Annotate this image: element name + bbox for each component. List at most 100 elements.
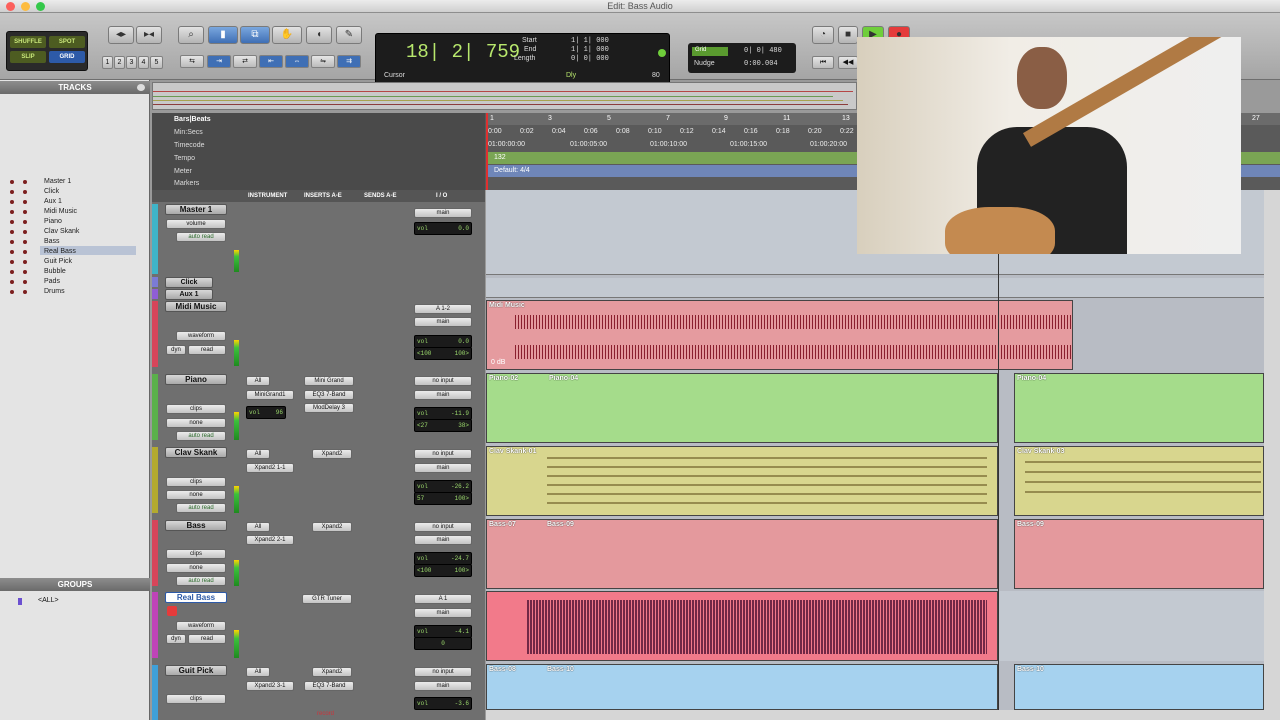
ruler-meter[interactable]: Meter bbox=[174, 168, 192, 175]
bass-view-selector[interactable]: clips bbox=[166, 549, 226, 559]
slip-mode-button[interactable]: SLIP bbox=[10, 51, 46, 63]
zoom-out-horizontal-icon[interactable]: ◂▸ bbox=[108, 26, 134, 44]
grid-mode-button[interactable]: GRID bbox=[49, 51, 85, 63]
bass-instrument[interactable]: Xpand2 2-1 bbox=[246, 535, 294, 545]
real-bass-view-selector[interactable]: waveform bbox=[176, 621, 226, 631]
zoom-preset-4[interactable]: 4 bbox=[138, 56, 149, 69]
real-bass-dyn-button[interactable]: dyn bbox=[166, 634, 186, 644]
spot-mode-button[interactable]: SPOT bbox=[49, 36, 85, 48]
piano-instrument-group[interactable]: All bbox=[246, 376, 270, 386]
ruler-markers[interactable]: Markers bbox=[174, 180, 199, 187]
midi-music-view-selector[interactable]: waveform bbox=[176, 331, 226, 341]
piano-insert-2[interactable]: EQ3 7-Band bbox=[304, 390, 354, 400]
real-bass-pan[interactable]: 0 bbox=[414, 637, 472, 650]
clav-insert-1[interactable]: Xpand2 bbox=[312, 449, 352, 459]
piano-clip[interactable]: Piano-02 Piano-04 bbox=[486, 373, 998, 443]
piano-output[interactable]: main bbox=[414, 390, 472, 400]
meter-marker[interactable]: Default: 4/4 bbox=[494, 167, 530, 174]
grid-label[interactable]: Grid bbox=[692, 47, 728, 56]
shuffle-mode-button[interactable]: SHUFFLE bbox=[10, 36, 46, 48]
midi-music-input[interactable]: A 1-2 bbox=[414, 304, 472, 314]
clav-pan[interactable]: 57 100> bbox=[414, 492, 472, 505]
track-list-item[interactable]: Clav Skank bbox=[44, 228, 79, 235]
clip-gain[interactable]: 0 dB bbox=[491, 359, 505, 366]
return-to-zero-icon[interactable]: ⏮ bbox=[812, 56, 834, 69]
track-list-item[interactable]: Bass bbox=[44, 238, 60, 245]
mirror-midi-icon[interactable]: ⇔ bbox=[285, 55, 309, 68]
stop-icon[interactable]: ■ bbox=[838, 26, 858, 44]
bass-pan[interactable]: <100 100> bbox=[414, 564, 472, 577]
tracks-panel-menu-icon[interactable] bbox=[137, 84, 145, 91]
track-list-item[interactable]: Midi Music bbox=[44, 208, 77, 215]
guit-instrument-group[interactable]: All bbox=[246, 667, 270, 677]
guit-pick-clip[interactable]: Bass-08 Bass-10 bbox=[486, 664, 998, 710]
piano-insert-3[interactable]: ModDelay 3 bbox=[304, 403, 354, 413]
master-automation-mode[interactable]: auto read bbox=[176, 232, 226, 242]
aux-track-name[interactable]: Aux 1 bbox=[165, 289, 213, 300]
guit-insert-2[interactable]: EQ3 7-Band bbox=[304, 681, 354, 691]
ruler-tempo[interactable]: Tempo bbox=[174, 155, 195, 162]
midi-music-clip[interactable]: Midi Music 0 dB bbox=[486, 300, 1073, 370]
midi-music-automation-mode[interactable]: read bbox=[188, 345, 226, 355]
real-bass-clip[interactable] bbox=[486, 591, 998, 661]
guit-instrument[interactable]: Xpand2 3-1 bbox=[246, 681, 294, 691]
tempo-value[interactable]: 80 bbox=[652, 72, 660, 79]
clav-skank-clip[interactable]: Clav Skank-03 bbox=[1014, 446, 1264, 516]
master-track-name[interactable]: Master 1 bbox=[165, 204, 227, 215]
piano-insert-1[interactable]: Mini Grand bbox=[304, 376, 354, 386]
end-value[interactable]: 1| 1| 000 bbox=[571, 46, 609, 54]
real-bass-record-enable-icon[interactable] bbox=[167, 606, 177, 616]
bass-clip[interactable]: Bass-07 Bass-09 bbox=[486, 519, 998, 589]
trim-tool-icon[interactable]: ▮ bbox=[208, 26, 238, 44]
group-item[interactable]: <ALL> bbox=[38, 597, 59, 604]
keyboard-focus-icon[interactable]: ⇋ bbox=[311, 55, 335, 68]
master-output[interactable]: main bbox=[414, 208, 472, 218]
tab-to-transient-icon[interactable]: ⇆ bbox=[180, 55, 204, 68]
track-list-item[interactable]: Pads bbox=[44, 278, 60, 285]
insertion-follows-icon[interactable]: ⇤ bbox=[259, 55, 283, 68]
track-list-item[interactable]: Drums bbox=[44, 288, 65, 295]
length-value[interactable]: 0| 0| 000 bbox=[571, 55, 609, 63]
piano-view-selector[interactable]: clips bbox=[166, 404, 226, 414]
bass-none-selector[interactable]: none bbox=[166, 563, 226, 573]
midi-music-pan[interactable]: <100 100> bbox=[414, 347, 472, 360]
guit-input[interactable]: no input bbox=[414, 667, 472, 677]
ruler-bars-beats[interactable]: Bars|Beats bbox=[174, 116, 211, 123]
link-timeline-icon[interactable]: ⇥ bbox=[207, 55, 231, 68]
bass-input[interactable]: no input bbox=[414, 522, 472, 532]
zoom-preset-3[interactable]: 3 bbox=[126, 56, 137, 69]
rewind-icon[interactable]: ◀◀ bbox=[838, 56, 858, 69]
clav-input[interactable]: no input bbox=[414, 449, 472, 459]
clav-instrument-group[interactable]: All bbox=[246, 449, 270, 459]
track-list-item[interactable]: Master 1 bbox=[44, 178, 71, 185]
nudge-value[interactable]: 0:00.004 bbox=[744, 60, 778, 68]
pencil-tool-icon[interactable]: ✎ bbox=[336, 26, 362, 44]
click-track-name[interactable]: Click bbox=[165, 277, 213, 288]
link-track-icon[interactable]: ⇄ bbox=[233, 55, 257, 68]
playhead-marker-icon[interactable] bbox=[486, 113, 490, 190]
piano-none-selector[interactable]: none bbox=[166, 418, 226, 428]
master-view-selector[interactable]: volume bbox=[166, 219, 226, 229]
track-list-item[interactable]: Aux 1 bbox=[44, 198, 62, 205]
midi-music-output[interactable]: main bbox=[414, 317, 472, 327]
clav-output[interactable]: main bbox=[414, 463, 472, 473]
bass-instrument-group[interactable]: All bbox=[246, 522, 270, 532]
clav-skank-track-name[interactable]: Clav Skank bbox=[165, 447, 227, 458]
bass-automation-mode[interactable]: auto read bbox=[176, 576, 226, 586]
online-icon[interactable]: ◔ bbox=[812, 26, 834, 44]
ruler-min-secs[interactable]: Min:Secs bbox=[174, 129, 203, 136]
zoomer-tool-icon[interactable]: ⌕ bbox=[178, 26, 204, 44]
piano-track-name[interactable]: Piano bbox=[165, 374, 227, 385]
grid-value[interactable]: 0| 0| 480 bbox=[744, 47, 782, 55]
clav-view-selector[interactable]: clips bbox=[166, 477, 226, 487]
piano-automation-mode[interactable]: auto read bbox=[176, 431, 226, 441]
track-list-item[interactable]: Bubble bbox=[44, 268, 66, 275]
edit-tracks-area[interactable]: Midi Music 0 dB Piano-02 Piano-04 Piano-… bbox=[486, 190, 1264, 710]
selector-tool-icon[interactable]: ⧉ bbox=[240, 26, 270, 44]
guit-view-selector[interactable]: clips bbox=[166, 694, 226, 704]
tempo-marker[interactable]: 132 bbox=[494, 154, 506, 161]
track-list-item[interactable]: Click bbox=[44, 188, 59, 195]
bass-output[interactable]: main bbox=[414, 535, 472, 545]
bass-clip[interactable]: Bass-09 bbox=[1014, 519, 1264, 589]
horizontal-scrollbar[interactable] bbox=[486, 710, 1264, 720]
